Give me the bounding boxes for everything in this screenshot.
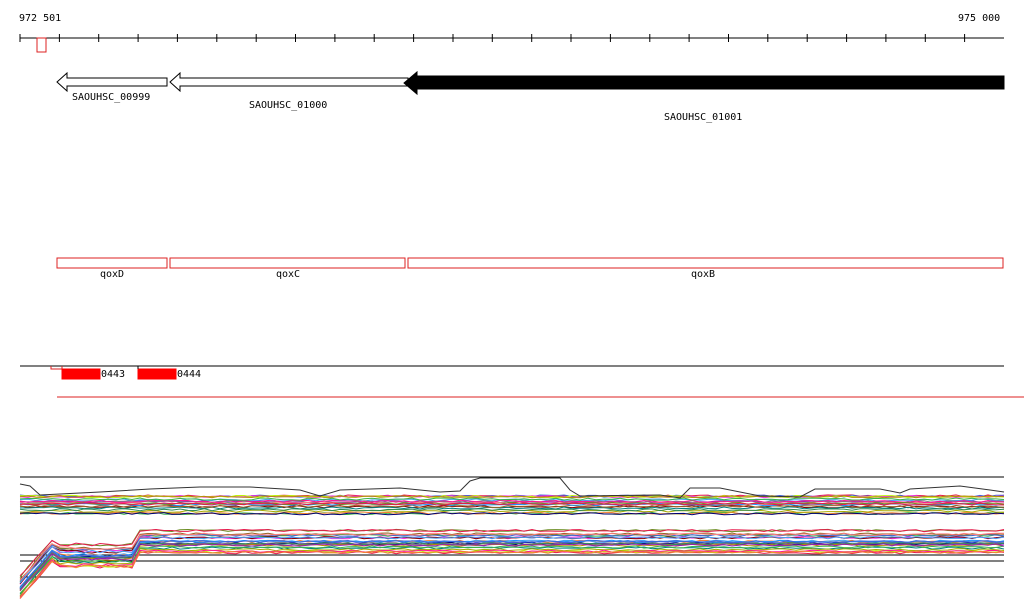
alignment-traces: [19, 476, 1005, 599]
alignment-trace: [19, 497, 1005, 501]
gene-name-label-qoxc[interactable]: qoxC: [276, 269, 300, 281]
gene-label-saouhsc-00999[interactable]: SAOUHSC_00999: [72, 92, 150, 104]
alignment-trace: [19, 550, 1005, 599]
ruler-track: [19, 34, 1004, 53]
feature-box-0443[interactable]: [61, 368, 101, 380]
feature-box-0444[interactable]: [137, 368, 177, 380]
gene-arrow-saouhsc-01001[interactable]: [403, 70, 1005, 96]
gene-name-label-qoxb[interactable]: qoxB: [691, 269, 715, 281]
gene-label-saouhsc-01001[interactable]: SAOUHSC_01001: [664, 112, 742, 124]
gene-arrow-saouhsc-01000[interactable]: [169, 71, 409, 93]
alignment-trace: [19, 528, 1005, 578]
alignment-trace: [20, 509, 1005, 513]
alignment-trace: [19, 546, 1005, 595]
trace-upper-envelope: [19, 477, 1005, 499]
alignment-trace: [19, 549, 1005, 598]
alignment-trace: [19, 549, 1005, 598]
gene-name-label-qoxd[interactable]: qoxD: [100, 269, 124, 281]
feature-track: [20, 365, 1024, 398]
gene-name-track: [56, 257, 1004, 269]
feature-label-0444[interactable]: 0444: [177, 369, 201, 381]
alignment-trace: [19, 551, 1005, 599]
genome-browser-canvas: [19, 34, 1024, 599]
trace-group-upper: [19, 494, 1005, 516]
gene-name-box-qoxc[interactable]: [169, 257, 406, 269]
gene-name-box-qoxb[interactable]: [407, 257, 1004, 269]
gene-track: [56, 70, 1005, 96]
feature-label-0443[interactable]: 0443: [101, 369, 125, 381]
gene-arrow-saouhsc-00999[interactable]: [56, 71, 168, 93]
trace-group-lower: [19, 528, 1005, 599]
gene-label-saouhsc-01000[interactable]: SAOUHSC_01000: [249, 100, 327, 112]
gene-name-box-qoxd[interactable]: [56, 257, 168, 269]
ruler-position-marker[interactable]: [36, 37, 47, 53]
alignment-trace: [19, 548, 1005, 597]
alignment-trace: [19, 532, 1005, 580]
